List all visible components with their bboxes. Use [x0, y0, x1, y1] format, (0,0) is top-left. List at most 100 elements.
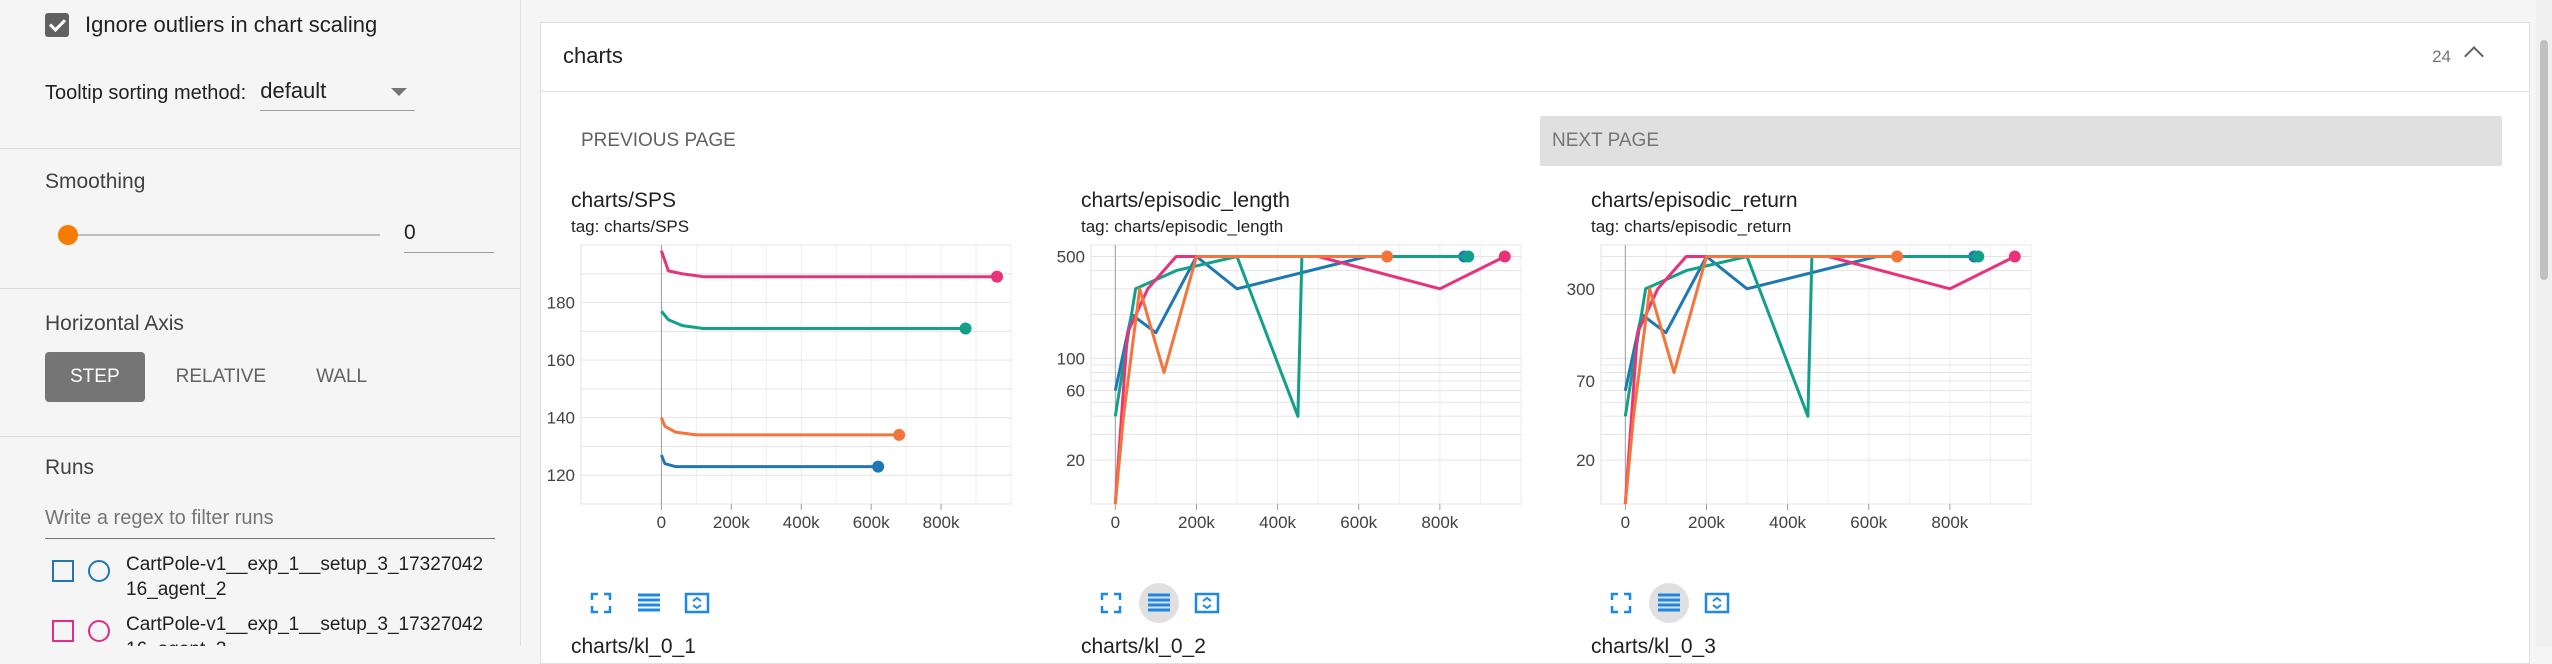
- chart-toolbar: [581, 583, 725, 623]
- axis-step-button[interactable]: STEP: [45, 352, 145, 402]
- series-endpoint: [872, 460, 885, 473]
- ignore-outliers-label: Ignore outliers in chart scaling: [85, 12, 378, 37]
- run-item[interactable]: CartPole-v1__exp_1__setup_3_17327042 16_…: [52, 552, 486, 602]
- run-color-circle-icon: [88, 560, 110, 582]
- smoothing-label: Smoothing: [45, 170, 146, 193]
- x-tick-label: 200k: [713, 513, 750, 532]
- series-endpoint: [959, 322, 972, 335]
- smoothing-slider-track[interactable]: [68, 234, 380, 236]
- series-endpoint: [1972, 250, 1985, 263]
- x-tick-label: 0: [1621, 513, 1630, 532]
- chevron-up-icon[interactable]: [2464, 46, 2484, 66]
- next-page-button[interactable]: NEXT PAGE: [1540, 116, 2502, 166]
- series-line: [1623, 255, 1975, 392]
- x-tick-label: 600k: [853, 513, 890, 532]
- y-tick-label: 70: [1576, 372, 1595, 391]
- series-line: [660, 454, 879, 469]
- x-tick-label: 800k: [1931, 513, 1968, 532]
- run-name: CartPole-v1__exp_1__setup_3_17327042 16_…: [126, 614, 484, 646]
- run-checkbox[interactable]: [52, 620, 74, 642]
- smoothing-value-input[interactable]: 0: [404, 218, 494, 253]
- y-tick-label: 20: [1576, 451, 1595, 470]
- chart-toolbar: [1601, 583, 1745, 623]
- series-line: [660, 310, 966, 330]
- tooltip-sort-label: Tooltip sorting method:: [45, 82, 247, 104]
- y-tick-label: 500: [1057, 248, 1085, 267]
- run-item[interactable]: CartPole-v1__exp_1__setup_3_17327042 16_…: [52, 612, 486, 646]
- x-tick-label: 400k: [1259, 513, 1296, 532]
- y-tick-label: 100: [1057, 349, 1085, 368]
- run-checkbox[interactable]: [52, 560, 74, 582]
- chart-plot-sps[interactable]: 120 140 160 180 0 200k 400k 600k 800k: [541, 239, 1051, 539]
- series-line: [1113, 255, 1465, 392]
- series-endpoint: [2008, 250, 2021, 263]
- previous-page-button[interactable]: PREVIOUS PAGE: [581, 117, 736, 165]
- axis-relative-button[interactable]: RELATIVE: [151, 352, 291, 402]
- chart-tag: tag: charts/SPS: [571, 217, 690, 236]
- fit-domain-icon[interactable]: [1187, 583, 1227, 623]
- toggle-log-scale-icon[interactable]: [1649, 583, 1689, 623]
- y-tick-label: 300: [1567, 280, 1595, 299]
- charts-card-header[interactable]: charts 24: [541, 23, 2529, 92]
- chart-title: charts/episodic_return: [1591, 189, 1798, 212]
- charts-card: charts 24 PREVIOUS PAGE NEXT PAGE charts…: [540, 22, 2530, 664]
- tooltip-sort-value: default: [260, 78, 327, 103]
- chart-count: 24: [2432, 47, 2451, 66]
- fullscreen-icon[interactable]: [1091, 583, 1131, 623]
- series-endpoint: [893, 428, 906, 441]
- x-tick-label: 0: [657, 513, 666, 532]
- x-tick-label: 800k: [1421, 513, 1458, 532]
- toggle-log-scale-icon[interactable]: [629, 583, 669, 623]
- sidebar: Ignore outliers in chart scaling Tooltip…: [0, 0, 521, 646]
- page-scrollbar[interactable]: [2536, 0, 2552, 646]
- chart-card-episodic-return: charts/episodic_return tag: charts/episo…: [1561, 189, 2071, 659]
- run-name: CartPole-v1__exp_1__setup_3_17327042 16_…: [126, 554, 484, 600]
- tooltip-sort-select[interactable]: default: [260, 76, 416, 111]
- x-tick-label: 0: [1111, 513, 1120, 532]
- chart-tag: tag: charts/episodic_return: [1591, 217, 1792, 236]
- x-tick-label: 400k: [1769, 513, 1806, 532]
- chart-title: charts/SPS: [571, 189, 677, 212]
- ignore-outliers-row[interactable]: Ignore outliers in chart scaling: [45, 12, 377, 38]
- fit-domain-icon[interactable]: [1697, 583, 1737, 623]
- axis-wall-button[interactable]: WALL: [291, 352, 392, 402]
- chart-plot-episodic-return[interactable]: 20 70 300 0 200k 400k 600k 800k: [1561, 239, 2071, 539]
- chart-tag: tag: charts/episodic_length: [1081, 217, 1284, 236]
- chart-title: charts/episodic_length: [1081, 189, 1290, 212]
- y-tick-label: 20: [1066, 451, 1085, 470]
- ignore-outliers-checkbox[interactable]: [45, 13, 69, 37]
- fullscreen-icon[interactable]: [581, 583, 621, 623]
- x-tick-label: 200k: [1178, 513, 1215, 532]
- smoothing-slider-thumb[interactable]: [58, 225, 78, 245]
- settings-section: Ignore outliers in chart scaling Tooltip…: [0, 0, 520, 149]
- series-endpoint: [1891, 250, 1904, 263]
- series-endpoint: [1381, 250, 1394, 263]
- x-tick-label: 600k: [1340, 513, 1377, 532]
- horizontal-axis-label: Horizontal Axis: [45, 312, 184, 335]
- chart-card-episodic-length: charts/episodic_length tag: charts/episo…: [1051, 189, 1561, 659]
- page-scrollbar-thumb[interactable]: [2540, 40, 2548, 280]
- x-tick-label: 800k: [923, 513, 960, 532]
- x-tick-label: 200k: [1688, 513, 1725, 532]
- section-title: charts: [563, 43, 623, 68]
- chart-toolbar: [1091, 583, 1235, 623]
- series-line: [659, 250, 997, 279]
- runs-label: Runs: [45, 456, 95, 479]
- series-line: [1623, 255, 2016, 505]
- tooltip-sort-row: Tooltip sorting method: default: [45, 76, 416, 111]
- series-line: [1623, 255, 1979, 418]
- chart-plot-episodic-length[interactable]: 20 60 100 500 0 200k 400k 600k 800k: [1051, 239, 1561, 539]
- series-endpoint: [991, 270, 1004, 283]
- series-line: [1113, 255, 1506, 505]
- y-tick-label: 60: [1066, 382, 1085, 401]
- x-tick-label: 400k: [783, 513, 820, 532]
- chart-title-kl-0-3: charts/kl_0_3: [1591, 635, 1716, 658]
- series-line: [1113, 255, 1469, 418]
- fullscreen-icon[interactable]: [1601, 583, 1641, 623]
- runs-filter-input[interactable]: Write a regex to filter runs: [45, 500, 495, 539]
- y-tick-label: 160: [547, 351, 575, 370]
- series-endpoint: [1462, 250, 1475, 263]
- fit-domain-icon[interactable]: [677, 583, 717, 623]
- toggle-log-scale-icon[interactable]: [1139, 583, 1179, 623]
- dropdown-arrow-icon: [391, 88, 408, 96]
